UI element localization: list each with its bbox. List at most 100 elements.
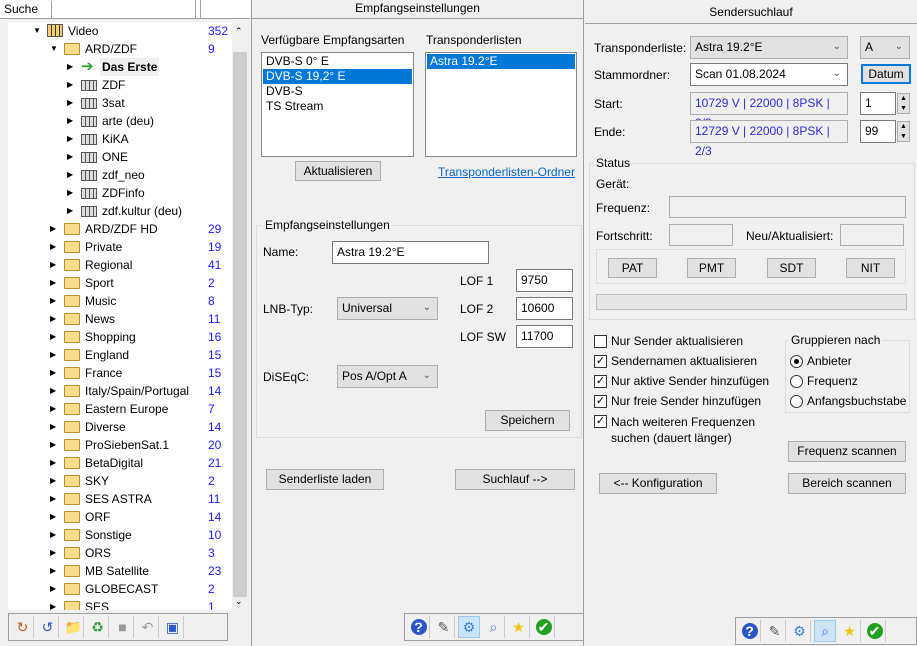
collapsed-arrow-icon[interactable]: ▶ (50, 418, 56, 436)
scan-button[interactable]: Suchlauf --> (455, 469, 575, 490)
collapsed-arrow-icon[interactable]: ▶ (50, 472, 56, 490)
nit-button[interactable]: NIT (846, 258, 895, 278)
radio-icon[interactable] (790, 375, 803, 388)
lof2-field[interactable]: 10600 (516, 297, 573, 320)
collapsed-arrow-icon[interactable]: ▶ (67, 202, 73, 220)
checkbox-icon[interactable]: ✓ (594, 355, 607, 368)
tree-item[interactable]: ▶ Private 19 (8, 238, 232, 256)
reception-type-item[interactable]: DVB-S 0° E (263, 54, 412, 69)
pat-button[interactable]: PAT (608, 258, 657, 278)
tree-item[interactable]: ▼ Video 352 (8, 22, 232, 40)
tree-item[interactable]: ▶ ➔ Das Erste (8, 58, 232, 76)
datum-button[interactable]: Datum (861, 64, 911, 84)
end-spinner[interactable]: ▲ ▼ (897, 121, 910, 142)
search-icon[interactable]: ⌕ (814, 620, 836, 642)
document-icon[interactable]: ■ (112, 616, 134, 638)
option-checkbox[interactable]: ✓ Sendernamen aktualisieren (594, 354, 757, 368)
tree-item[interactable]: ▶ ONE (8, 148, 232, 166)
tree-item[interactable]: ▶ zdf.kultur (deu) (8, 202, 232, 220)
settings-icon[interactable]: ⚙ (789, 620, 811, 642)
tree-item[interactable]: ▶ ZDF (8, 76, 232, 94)
load-channel-list-button[interactable]: Senderliste laden (266, 469, 384, 490)
tree-item[interactable]: ▶ arte (deu) (8, 112, 232, 130)
tree-item[interactable]: ▶ Diverse 14 (8, 418, 232, 436)
collapsed-arrow-icon[interactable]: ▶ (50, 220, 56, 238)
ok-icon[interactable]: ✔ (533, 616, 555, 638)
lnb-type-select[interactable]: Universal ⌄ (337, 297, 438, 320)
collapsed-arrow-icon[interactable]: ▶ (50, 346, 56, 364)
collapsed-arrow-icon[interactable]: ▶ (50, 310, 56, 328)
stammordner-select[interactable]: Scan 01.08.2024 ⌄ (690, 63, 848, 86)
tree-item[interactable]: ▶ News 11 (8, 310, 232, 328)
tree-item[interactable]: ▶ Music 8 (8, 292, 232, 310)
edit-icon[interactable]: ✎ (433, 616, 455, 638)
tree-item[interactable]: ▶ Shopping 16 (8, 328, 232, 346)
expanded-arrow-icon[interactable]: ▼ (33, 22, 41, 40)
option-checkbox[interactable]: ✓ Nach weiteren Frequenzen suchen (dauert… (594, 414, 786, 446)
tree-item[interactable]: ▶ Sport 2 (8, 274, 232, 292)
reception-type-item[interactable]: TS Stream (263, 99, 412, 114)
recycle-icon[interactable]: ♻ (87, 616, 109, 638)
collapsed-arrow-icon[interactable]: ▶ (67, 148, 73, 166)
transponder-lists-list[interactable]: Astra 19.2°E (425, 52, 577, 157)
group-by-radio[interactable]: Anfangsbuchstabe (790, 394, 906, 408)
option-checkbox[interactable]: ✓ Nur aktive Sender hinzufügen (594, 374, 769, 388)
collapsed-arrow-icon[interactable]: ▶ (50, 544, 56, 562)
collapsed-arrow-icon[interactable]: ▶ (50, 292, 56, 310)
configuration-button[interactable]: <-- Konfiguration (599, 473, 717, 494)
expanded-arrow-icon[interactable]: ▼ (50, 40, 58, 58)
collapsed-arrow-icon[interactable]: ▶ (67, 58, 73, 76)
start-spinner[interactable]: ▲ ▼ (897, 93, 910, 114)
reception-type-item[interactable]: DVB-S 19,2° E (263, 69, 412, 84)
checkbox-icon[interactable]: ✓ (594, 375, 607, 388)
collapsed-arrow-icon[interactable]: ▶ (50, 274, 56, 292)
tree-item[interactable]: ▶ England 15 (8, 346, 232, 364)
save-button[interactable]: Speichern (485, 410, 570, 431)
name-field[interactable]: Astra 19.2°E (332, 241, 489, 264)
tree-item[interactable]: ▶ ORS 3 (8, 544, 232, 562)
tree-item[interactable]: ▶ SKY 2 (8, 472, 232, 490)
checkbox-icon[interactable]: ✓ (594, 395, 607, 408)
option-checkbox[interactable]: ✓ Nur freie Sender hinzufügen (594, 394, 761, 408)
start-index-field[interactable]: 1 (860, 92, 896, 115)
refresh-all-icon[interactable]: ↺ (37, 616, 59, 638)
reception-type-item[interactable]: DVB-S (263, 84, 412, 99)
pmt-button[interactable]: PMT (687, 258, 736, 278)
tree-item[interactable]: ▶ ORF 14 (8, 508, 232, 526)
transponder-list-item[interactable]: Astra 19.2°E (427, 54, 575, 69)
sdt-button[interactable]: SDT (767, 258, 816, 278)
scroll-up-icon[interactable]: ⌃ (235, 26, 243, 37)
collapsed-arrow-icon[interactable]: ▶ (50, 580, 56, 598)
tree-item[interactable]: ▶ Italy/Spain/Portugal 14 (8, 382, 232, 400)
range-scan-button[interactable]: Bereich scannen (788, 473, 906, 494)
tree-item[interactable]: ▶ Regional 41 (8, 256, 232, 274)
transponderliste-select[interactable]: Astra 19.2°E ⌄ (690, 36, 848, 59)
collapsed-arrow-icon[interactable]: ▶ (50, 454, 56, 472)
help-icon[interactable]: ? (408, 616, 430, 638)
ok-icon[interactable]: ✔ (864, 620, 886, 642)
collapsed-arrow-icon[interactable]: ▶ (67, 184, 73, 202)
transponder-folder-link[interactable]: Transponderlisten-Ordner (438, 165, 575, 179)
tree-item[interactable]: ▶ 3sat (8, 94, 232, 112)
group-by-radio[interactable]: Frequenz (790, 374, 858, 388)
collapsed-arrow-icon[interactable]: ▶ (50, 238, 56, 256)
tree-item[interactable]: ▶ GLOBECAST 2 (8, 580, 232, 598)
tree-item[interactable]: ▶ ARD/ZDF HD 29 (8, 220, 232, 238)
diseqc-select[interactable]: Pos A/Opt A ⌄ (337, 365, 438, 388)
radio-icon[interactable] (790, 355, 803, 368)
settings-icon[interactable]: ⚙ (458, 616, 480, 638)
lofsw-field[interactable]: 11700 (516, 325, 573, 348)
radio-icon[interactable] (790, 395, 803, 408)
tree-item[interactable]: ▶ MB Satellite 23 (8, 562, 232, 580)
tree-item[interactable]: ▶ France 15 (8, 364, 232, 382)
tree-item[interactable]: ▶ SES 1 (8, 598, 232, 610)
group-by-radio[interactable]: Anbieter (790, 354, 852, 368)
refresh-button[interactable]: Aktualisieren (295, 161, 381, 181)
collapsed-arrow-icon[interactable]: ▶ (50, 526, 56, 544)
tree-item[interactable]: ▶ SES ASTRA 11 (8, 490, 232, 508)
checkbox-icon[interactable]: ✓ (594, 415, 607, 428)
channel-tree[interactable]: ▼ Video 352 ▼ ARD/ZDF 9 ▶ ➔ Das Erste ▶ ZDF ▶ 3sat ▶ a… (8, 22, 248, 610)
collapsed-arrow-icon[interactable]: ▶ (67, 76, 73, 94)
star-icon[interactable]: ★ (839, 620, 861, 642)
collapsed-arrow-icon[interactable]: ▶ (50, 382, 56, 400)
